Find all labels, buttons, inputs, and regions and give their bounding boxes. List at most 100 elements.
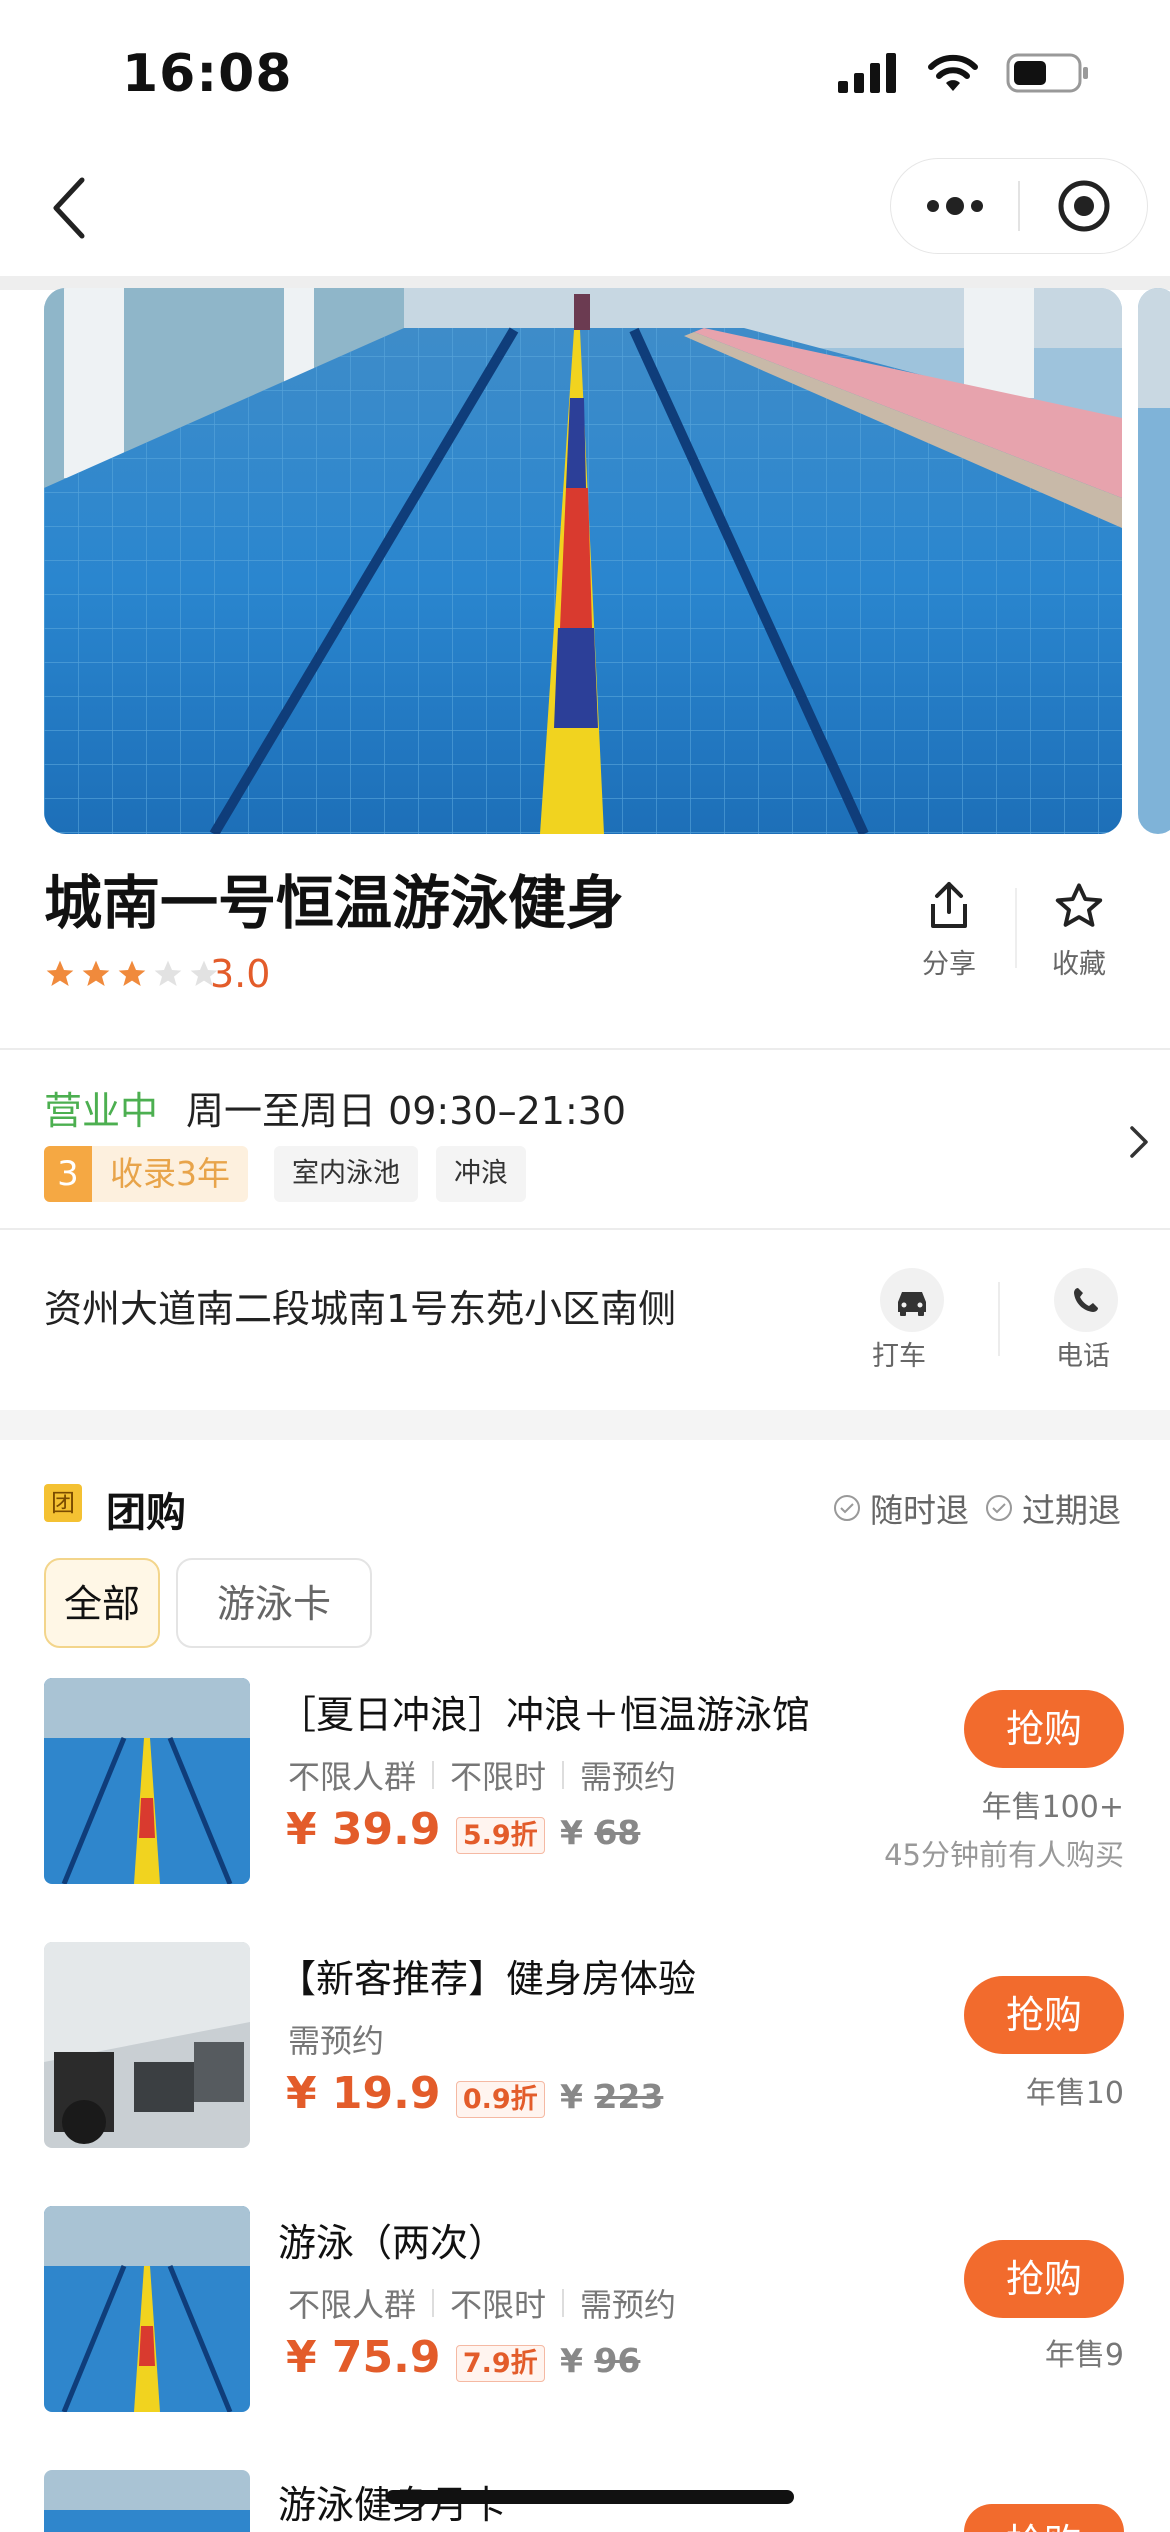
battery-icon [1006, 53, 1088, 93]
buy-button[interactable]: 抢购 [964, 1690, 1124, 1768]
pool-thumbnail-image [44, 2470, 250, 2532]
status-time: 16:08 [122, 44, 293, 104]
deal-title[interactable]: 游泳（两次） [278, 2212, 506, 2267]
meta-item: 需预约 [288, 2022, 385, 2060]
star-outline-icon [1055, 883, 1103, 927]
refund-anytime-label: 随时退 [870, 1491, 969, 1530]
tab-all[interactable]: 全部 [44, 1558, 160, 1648]
deal-recent-purchase: 45分钟前有人购买 [884, 1838, 1124, 1872]
deal-meta: 不限人群 不限时 需预约 [288, 2280, 676, 2326]
tag-surf: 冲浪 [436, 1146, 526, 1202]
buy-button[interactable]: 抢购 [964, 2504, 1124, 2532]
meta-item: 需预约 [580, 1758, 677, 1796]
shop-title: 城南一号恒温游泳健身 [44, 869, 625, 937]
divider [0, 1048, 1170, 1050]
meta-divider [432, 1761, 435, 1789]
taxi-button[interactable] [880, 1268, 944, 1332]
hero-next-photo-peek[interactable] [1138, 288, 1170, 834]
check-circle-icon [834, 1495, 860, 1521]
signal-icon [838, 53, 896, 93]
deal-thumbnail[interactable] [44, 2206, 250, 2412]
tag-indoor-pool: 室内泳池 [274, 1146, 418, 1202]
car-icon [898, 1292, 926, 1316]
hero-photo[interactable] [44, 288, 1122, 834]
close-miniprogram-button[interactable] [1020, 159, 1147, 253]
deal-meta: 需预约 [288, 2016, 384, 2062]
pool-thumbnail-image [44, 1678, 250, 1884]
share-label: 分享 [922, 949, 976, 980]
deal-price: ¥ 75.9 [286, 2332, 441, 2383]
gym-thumbnail-image [44, 1942, 250, 2148]
wifi-icon [928, 54, 978, 91]
section-gap [0, 1410, 1170, 1440]
taxi-label: 打车 [872, 1341, 926, 1372]
target-icon [1058, 180, 1109, 232]
shop-address[interactable]: 资州大道南二段城南1号东苑小区南侧 [44, 1278, 676, 1333]
deal-discount: 0.9折 [455, 2081, 545, 2118]
deal-thumbnail[interactable] [44, 1678, 250, 1884]
hours-detail-button[interactable] [1124, 1122, 1154, 1166]
years-badge-label: 收录3年 [92, 1146, 248, 1202]
deal-price-row: ¥ 75.9 7.9折 ¥ 96 [286, 2332, 640, 2383]
deal-title[interactable]: ［夏日冲浪］冲浪＋恒温游泳馆 [278, 1684, 810, 1739]
meta-divider [432, 2289, 435, 2317]
rating-score: 3.0 [210, 952, 271, 996]
meta-item: 不限人群 [288, 2286, 417, 2324]
pool-image [44, 288, 1122, 834]
divider [0, 1228, 1170, 1230]
deal-original-price: ¥ 68 [560, 1813, 641, 1852]
deal-original-price: ¥ 223 [560, 2077, 664, 2116]
pool-thumbnail-image [44, 2206, 250, 2412]
open-status: 营业中 [44, 1089, 159, 1133]
groupbuy-icon: 团 [44, 1484, 82, 1522]
more-dots-icon [926, 197, 983, 215]
action-divider [998, 1282, 1000, 1356]
meta-item: 不限时 [450, 2286, 547, 2324]
more-button[interactable] [891, 159, 1018, 253]
deal-title[interactable]: 【新客推荐】健身房体验 [278, 1948, 696, 2003]
back-button[interactable] [42, 170, 102, 246]
groupbuy-title: 团购 [106, 1490, 186, 1536]
favorite-button[interactable]: 收藏 [1044, 880, 1114, 981]
buy-button[interactable]: 抢购 [964, 1976, 1124, 2054]
meta-divider [562, 1761, 565, 1789]
meta-item: 不限时 [450, 1758, 547, 1796]
refund-expired: 过期退 [984, 1484, 1121, 1532]
check-circle-icon [986, 1495, 1012, 1521]
star-icon [82, 960, 110, 986]
share-icon [931, 882, 967, 928]
pool-image-peek [1138, 288, 1170, 834]
refund-anytime: 随时退 [832, 1484, 969, 1532]
deal-discount: 5.9折 [455, 1817, 545, 1854]
favorite-label: 收藏 [1052, 949, 1106, 980]
star-empty-icon [154, 960, 182, 986]
buy-button[interactable]: 抢购 [964, 2240, 1124, 2318]
deal-sales: 年售100+ [981, 1790, 1124, 1825]
years-badge-number: 3 [44, 1146, 92, 1202]
phone-label: 电话 [1056, 1341, 1110, 1372]
deal-thumbnail[interactable] [44, 1942, 250, 2148]
meta-item: 需预约 [580, 2286, 677, 2324]
tab-swim-card[interactable]: 游泳卡 [176, 1558, 372, 1648]
deal-discount: 7.9折 [455, 2345, 545, 2382]
refund-expired-label: 过期退 [1022, 1491, 1121, 1530]
deal-price: ¥ 39.9 [286, 1804, 441, 1855]
back-chevron-icon [53, 177, 85, 239]
status-icons [838, 52, 1090, 94]
action-divider [1015, 888, 1017, 968]
rating-stars [44, 958, 220, 990]
star-icon [46, 960, 74, 986]
chevron-right-icon [1130, 1126, 1148, 1158]
deal-sales: 年售9 [1044, 2338, 1124, 2373]
phone-button[interactable] [1054, 1268, 1118, 1332]
home-indicator[interactable] [386, 2490, 794, 2504]
deal-meta: 不限人群 不限时 需预约 [288, 1752, 676, 1798]
share-button[interactable]: 分享 [914, 880, 984, 981]
deal-original-price: ¥ 96 [560, 2341, 641, 2380]
business-hours[interactable]: 周一至周日 09:30–21:30 [186, 1080, 626, 1135]
deal-price-row: ¥ 19.9 0.9折 ¥ 223 [286, 2068, 663, 2119]
deal-price-row: ¥ 39.9 5.9折 ¥ 68 [286, 1804, 640, 1855]
deal-price: ¥ 19.9 [286, 2068, 441, 2119]
deal-sales: 年售10 [1025, 2076, 1124, 2111]
deal-thumbnail[interactable] [44, 2470, 250, 2532]
